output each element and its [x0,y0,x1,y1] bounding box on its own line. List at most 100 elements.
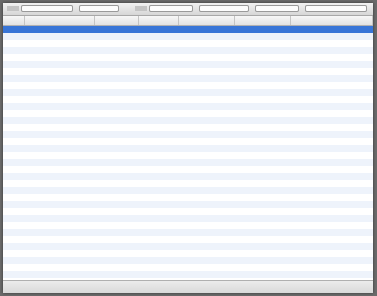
table-cell [139,250,179,257]
table-row[interactable] [3,61,373,68]
table-row[interactable] [3,110,373,117]
table-row[interactable] [3,131,373,138]
table-cell [179,222,235,229]
table-cell [235,215,291,222]
table-cell [235,124,291,131]
table-cell [3,166,25,173]
table-cell [179,194,235,201]
table-cell [179,68,235,75]
table-row[interactable] [3,194,373,201]
table-cell [139,180,179,187]
column-header-1[interactable] [3,16,25,25]
table-cell [95,54,139,61]
filter-label-4 [135,6,147,11]
table-cell [235,96,291,103]
filter-select-5[interactable] [149,5,193,12]
table-row[interactable] [3,33,373,40]
table-row[interactable] [3,187,373,194]
column-header-7[interactable] [291,16,373,25]
table-row[interactable] [3,159,373,166]
table-cell [25,124,95,131]
table-row[interactable] [3,68,373,75]
table-cell [139,229,179,236]
table-cell [291,229,373,236]
table-row[interactable] [3,145,373,152]
table-row[interactable] [3,96,373,103]
table-cell [139,208,179,215]
table-cell [179,229,235,236]
filter-select-8[interactable] [305,5,367,12]
table-row[interactable] [3,138,373,145]
table-cell [291,173,373,180]
table-cell [25,145,95,152]
table-cell [3,159,25,166]
table-cell [95,236,139,243]
table-cell [3,131,25,138]
table-cell [139,187,179,194]
column-header-3[interactable] [95,16,139,25]
column-header-2[interactable] [25,16,95,25]
table-cell [291,47,373,54]
table-cell [291,110,373,117]
table-row[interactable] [3,222,373,229]
table-cell [235,152,291,159]
table-row[interactable] [3,166,373,173]
table-row[interactable] [3,201,373,208]
column-header-6[interactable] [235,16,291,25]
table-cell [179,110,235,117]
table-cell [95,89,139,96]
table-cell [291,243,373,250]
table-row[interactable] [3,250,373,257]
filter-select-3[interactable] [79,5,119,12]
table-cell [291,236,373,243]
table-row[interactable] [3,236,373,243]
table-row[interactable] [3,82,373,89]
table-row[interactable] [3,152,373,159]
table-cell [3,243,25,250]
filter-select-2[interactable] [21,5,73,12]
table-cell [25,187,95,194]
table-row[interactable] [3,180,373,187]
table-row[interactable] [3,103,373,110]
table-cell [291,131,373,138]
table-row[interactable] [3,40,373,47]
table-cell [25,159,95,166]
column-header-5[interactable] [179,16,235,25]
table-row[interactable] [3,117,373,124]
table-row[interactable] [3,124,373,131]
table-cell [179,250,235,257]
table-cell [235,131,291,138]
filter-select-7[interactable] [255,5,299,12]
filter-select-6[interactable] [199,5,249,12]
table-cell [25,26,95,33]
table-cell [291,103,373,110]
table-row[interactable] [3,89,373,96]
table-cell [235,187,291,194]
table-cell [179,145,235,152]
table-row[interactable] [3,208,373,215]
table-cell [291,264,373,271]
table-row[interactable] [3,243,373,250]
table-cell [291,187,373,194]
table-row[interactable] [3,54,373,61]
table-row[interactable] [3,173,373,180]
table-cell [139,236,179,243]
table-row[interactable] [3,271,373,278]
table-cell [95,61,139,68]
table-cell [95,96,139,103]
table-row[interactable] [3,257,373,264]
table-cell [235,61,291,68]
table-row[interactable] [3,26,373,33]
table-cell [139,257,179,264]
table-row[interactable] [3,215,373,222]
table-cell [3,124,25,131]
column-header-4[interactable] [139,16,179,25]
table-cell [291,152,373,159]
table-cell [139,54,179,61]
table-row[interactable] [3,47,373,54]
table-cell [235,250,291,257]
table-row[interactable] [3,75,373,82]
table-row[interactable] [3,229,373,236]
table-cell [291,138,373,145]
table-row[interactable] [3,264,373,271]
